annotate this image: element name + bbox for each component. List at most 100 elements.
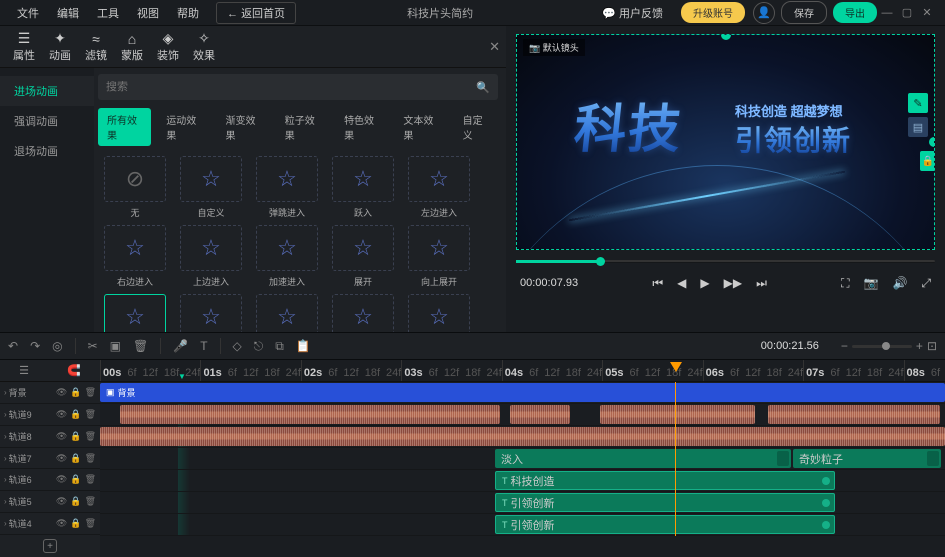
add-track-button[interactable]: + [43, 539, 57, 553]
clip-audio[interactable] [510, 405, 570, 424]
panel-tab-4[interactable]: ◈装饰 [150, 26, 186, 67]
chevron-icon[interactable]: › [4, 475, 7, 484]
lock-icon[interactable]: 🔒 [920, 151, 935, 171]
lock-icon[interactable]: 🔒 [70, 431, 81, 442]
delete-icon[interactable]: 🗑 [133, 339, 148, 353]
account-icon[interactable]: 👤 [753, 2, 775, 24]
lock-icon[interactable]: 🔒 [70, 518, 81, 529]
copy-icon[interactable]: ⧉ [275, 339, 284, 354]
panel-tab-2[interactable]: ≈滤镜 [78, 27, 114, 67]
trash-icon[interactable]: 🗑 [85, 387, 96, 398]
keyframe-icon[interactable] [822, 477, 830, 485]
playhead[interactable] [670, 362, 682, 372]
paste-icon[interactable]: 📋 [296, 339, 311, 353]
chevron-icon[interactable]: › [4, 410, 7, 419]
prev-frame-icon[interactable]: ◀ [677, 276, 686, 290]
chevron-icon[interactable]: › [4, 519, 7, 528]
eye-icon[interactable]: 👁 [56, 453, 67, 464]
effect-item[interactable]: ☆向上展开 [408, 225, 470, 288]
back-home-button[interactable]: ← 返回首页 [216, 2, 296, 24]
effect-item[interactable]: ☆自定义 [180, 156, 242, 219]
chevron-icon[interactable]: › [4, 432, 7, 441]
search-icon[interactable]: 🔍 [476, 81, 490, 94]
effect-item[interactable]: ☆展开 [332, 225, 394, 288]
effect-item[interactable]: ☆左边落入 [332, 294, 394, 332]
menu-edit[interactable]: 编辑 [48, 5, 88, 21]
effect-filter-5[interactable]: 文本效果 [394, 108, 447, 146]
skip-start-icon[interactable]: ⏮ [652, 276, 663, 291]
menu-help[interactable]: 帮助 [168, 5, 208, 21]
zoom-slider[interactable] [852, 345, 912, 348]
effect-item[interactable]: ☆左边进入 [408, 156, 470, 219]
scrub-knob[interactable] [596, 257, 605, 266]
effect-item[interactable]: ☆上边进入 [180, 225, 242, 288]
eye-icon[interactable]: 👁 [56, 496, 67, 507]
track-header[interactable]: ›轨道4👁🔒🗑 [0, 513, 100, 535]
track-header[interactable]: ›轨道9👁🔒🗑 [0, 404, 100, 426]
text-tool-icon[interactable]: T [200, 339, 207, 353]
panel-tab-5[interactable]: ✧效果 [186, 26, 222, 67]
lock-icon[interactable]: 🔒 [70, 387, 81, 398]
crop-icon[interactable]: ▣ [110, 339, 121, 353]
effect-item[interactable]: ☆右边落入 [408, 294, 470, 332]
effect-item[interactable]: ☆跃入 [332, 156, 394, 219]
effect-item[interactable]: ☆底部落入 [256, 294, 318, 332]
clip-text[interactable]: 引领创新 [495, 515, 835, 534]
undo-icon[interactable]: ↶ [8, 339, 18, 353]
trash-icon[interactable]: 🗑 [85, 431, 96, 442]
tool-target-icon[interactable]: ◎ [52, 339, 62, 353]
effect-item[interactable]: ⊘无 [104, 156, 166, 219]
feedback-button[interactable]: 💬 用户反馈 [590, 2, 675, 24]
play-icon[interactable]: ▶ [700, 276, 709, 290]
volume-icon[interactable]: 🔊 [892, 276, 907, 290]
menu-view[interactable]: 视图 [128, 5, 168, 21]
effect-filter-0[interactable]: 所有效果 [98, 108, 151, 146]
trash-icon[interactable]: 🗑 [85, 453, 96, 464]
effect-item[interactable]: ☆弹跳进入 [256, 156, 318, 219]
next-frame-icon[interactable]: ▶▶ [724, 276, 742, 290]
clip-audio[interactable] [600, 405, 755, 424]
layer-button[interactable]: ▤ [908, 117, 928, 137]
resize-handle-right[interactable] [929, 137, 935, 147]
search-input[interactable] [106, 81, 476, 93]
record-icon[interactable]: 🎤 [173, 339, 188, 353]
clip-effect[interactable]: 淡入 [495, 449, 791, 468]
playhead-line[interactable] [675, 382, 676, 536]
panel-tab-3[interactable]: ⌂蒙版 [114, 27, 150, 67]
clip-effect[interactable]: 奇妙粒子 [793, 449, 941, 468]
panel-close-icon[interactable]: ✕ [489, 39, 500, 55]
anim-category-2[interactable]: 退场动画 [0, 136, 94, 166]
effect-filter-2[interactable]: 渐变效果 [217, 108, 270, 146]
eye-icon[interactable]: 👁 [56, 474, 67, 485]
timeline-ruler[interactable]: 00s6f12f18f24f01s6f12f18f24f02s6f12f18f2… [100, 360, 945, 382]
keyframe-icon[interactable] [822, 521, 830, 529]
trash-icon[interactable]: 🗑 [85, 496, 96, 507]
effect-filter-1[interactable]: 运动效果 [157, 108, 210, 146]
export-clip-icon[interactable]: ⎋ [254, 339, 264, 354]
anim-category-0[interactable]: 进场动画 [0, 76, 94, 106]
track-header[interactable]: ›轨道7👁🔒🗑 [0, 448, 100, 470]
search-input-wrap[interactable]: 🔍 [98, 74, 498, 100]
effect-filter-6[interactable]: 自定义 [454, 108, 498, 146]
effect-filter-4[interactable]: 特色效果 [335, 108, 388, 146]
preview-scrubber[interactable] [516, 254, 935, 268]
export-button[interactable]: 导出 [833, 2, 877, 23]
lock-icon[interactable]: 🔒 [70, 496, 81, 507]
eye-icon[interactable]: 👁 [56, 431, 67, 442]
menu-file[interactable]: 文件 [8, 5, 48, 21]
chevron-icon[interactable]: › [4, 454, 7, 463]
lock-icon[interactable]: 🔒 [70, 453, 81, 464]
panel-tab-1[interactable]: ✦动画 [42, 26, 78, 67]
upgrade-button[interactable]: 升级账号 [681, 2, 745, 23]
fullscreen-icon[interactable]: ⤢ [921, 276, 931, 291]
close-icon[interactable]: ✕ [917, 6, 937, 19]
effect-item[interactable]: ☆右边进入 [104, 225, 166, 288]
anim-category-1[interactable]: 强调动画 [0, 106, 94, 136]
track-header[interactable]: ›背景👁🔒🗑 [0, 382, 100, 404]
clip-background[interactable]: 背景 [100, 383, 945, 402]
lock-icon[interactable]: 🔒 [70, 409, 81, 420]
trash-icon[interactable]: 🗑 [85, 474, 96, 485]
clip-audio[interactable] [768, 405, 940, 424]
clip-audio[interactable] [100, 427, 945, 446]
menu-tool[interactable]: 工具 [88, 5, 128, 21]
